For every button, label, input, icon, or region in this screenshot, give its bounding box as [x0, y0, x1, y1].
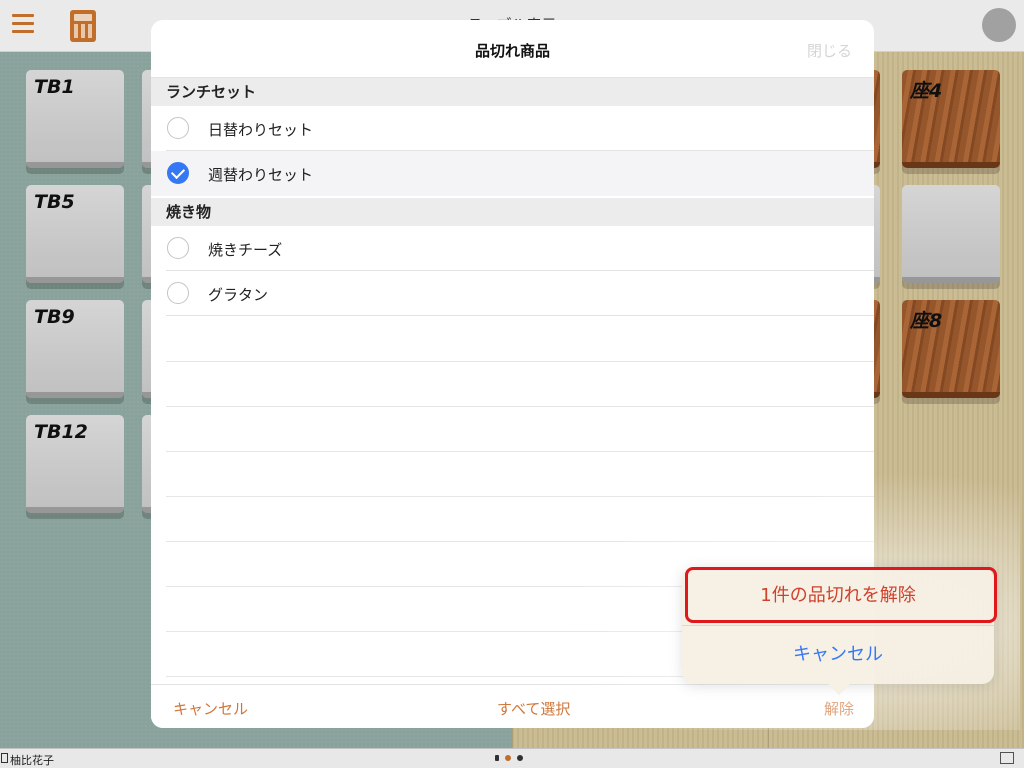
divider	[166, 496, 874, 497]
list-item-daily-set[interactable]: 日替わりセット	[151, 106, 874, 151]
divider	[166, 315, 874, 316]
popover-cancel-button[interactable]: キャンセル	[682, 625, 994, 683]
radio-checked-icon[interactable]	[167, 162, 189, 184]
divider	[166, 406, 874, 407]
modal-footer: キャンセル すべて選択 解除	[151, 684, 874, 728]
list-item-grilled-cheese[interactable]: 焼きチーズ	[151, 226, 874, 271]
modal-title: 品切れ商品	[474, 42, 550, 60]
item-label: 日替わりセット	[208, 121, 314, 139]
select-all-button[interactable]: すべて選択	[497, 698, 570, 719]
item-label: 週替わりセット	[208, 166, 314, 184]
radio-unchecked-icon[interactable]	[167, 282, 189, 304]
close-button[interactable]: 閉じる	[807, 40, 852, 61]
popover-arrow	[827, 683, 851, 695]
list-item-weekly-set[interactable]: 週替わりセット	[151, 151, 874, 196]
cancel-button[interactable]: キャンセル	[173, 698, 248, 719]
section-header-grilled: 焼き物	[151, 198, 874, 226]
divider	[166, 541, 874, 542]
divider	[166, 361, 874, 362]
release-confirm-popover: 1件の品切れを解除 キャンセル	[682, 567, 994, 684]
modal-header: 品切れ商品 閉じる	[151, 20, 874, 78]
item-label: 焼きチーズ	[208, 241, 283, 259]
list-item-gratin[interactable]: グラタン	[151, 271, 874, 316]
radio-unchecked-icon[interactable]	[167, 237, 189, 259]
confirm-release-button[interactable]: 1件の品切れを解除	[682, 567, 994, 625]
radio-unchecked-icon[interactable]	[167, 117, 189, 139]
section-header-lunch-set: ランチセット	[151, 78, 874, 106]
item-label: グラタン	[208, 286, 269, 304]
divider	[166, 451, 874, 452]
release-button[interactable]: 解除	[824, 698, 854, 719]
